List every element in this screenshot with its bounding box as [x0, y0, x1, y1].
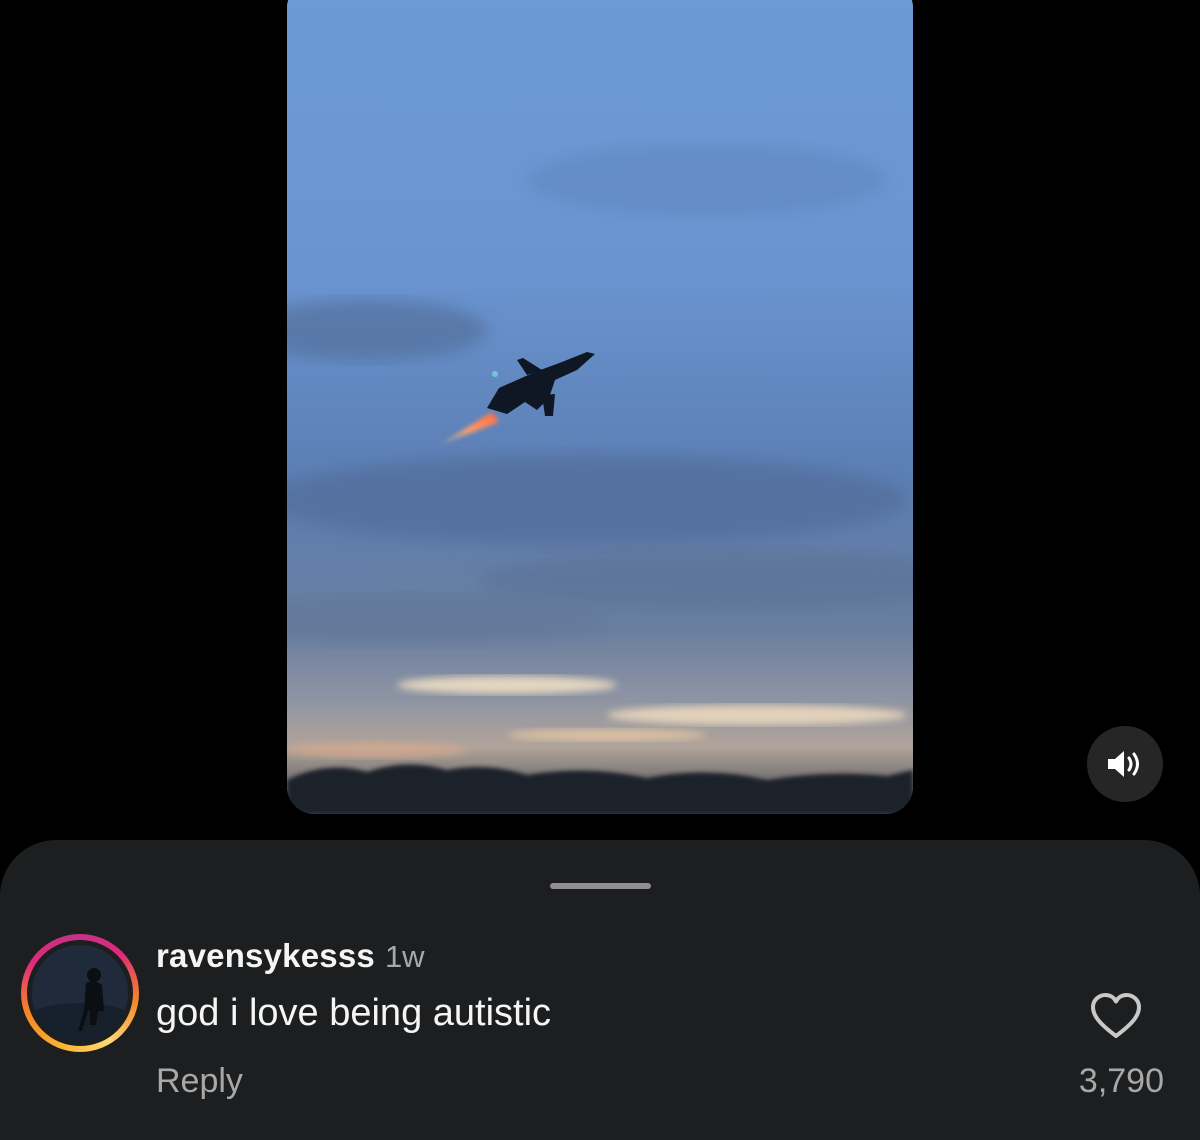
- avatar-image: [32, 945, 128, 1041]
- like-count: 3,790: [1078, 1062, 1164, 1100]
- story-ring[interactable]: [21, 934, 139, 1052]
- heart-outline-icon: [1091, 993, 1141, 1038]
- avatar[interactable]: [32, 945, 128, 1041]
- volume-toggle-button[interactable]: [1087, 726, 1163, 802]
- comment-timestamp: 1w: [384, 939, 425, 974]
- speaker-volume-icon: [1108, 751, 1139, 777]
- video-frame-image: [287, 0, 913, 814]
- comment-username[interactable]: ravensykesss: [156, 937, 375, 974]
- sheet-drag-handle[interactable]: [550, 883, 651, 889]
- comment-header: ravensykesss 1w: [156, 937, 425, 975]
- comment-text: god i love being autistic: [156, 992, 552, 1034]
- reply-button[interactable]: Reply: [156, 1062, 243, 1101]
- comments-sheet: ravensykesss 1w god i love being autistic…: [0, 840, 1200, 1140]
- like-button[interactable]: [1090, 992, 1142, 1040]
- video-player[interactable]: [287, 0, 913, 814]
